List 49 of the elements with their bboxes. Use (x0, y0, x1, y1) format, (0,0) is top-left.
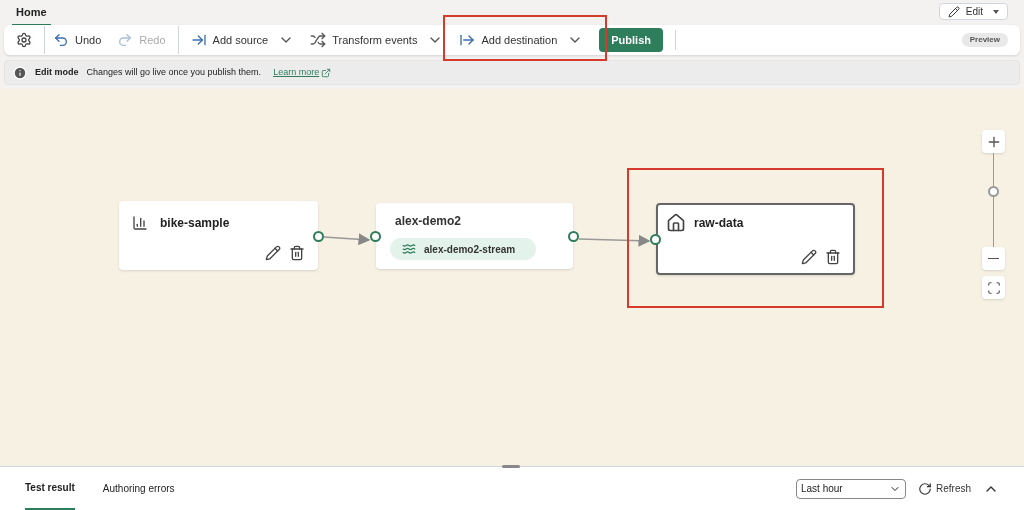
zoom-in-button[interactable] (982, 130, 1005, 153)
external-link-icon (321, 67, 332, 78)
transform-icon (310, 32, 327, 48)
refresh-button[interactable]: Refresh (918, 481, 971, 496)
info-icon (13, 65, 27, 80)
panel-tab[interactable]: Authoring errors (102, 467, 175, 510)
edit-icon[interactable] (801, 249, 817, 265)
connection-port[interactable] (568, 231, 579, 242)
pencil-icon (947, 5, 960, 18)
lakehouse-icon (666, 213, 686, 233)
preview-badge: Preview (961, 33, 1008, 47)
minus-icon (988, 257, 999, 260)
node-card[interactable]: alex-demo2 alex-demo2-stream (376, 203, 573, 269)
fit-view-button[interactable] (982, 276, 1005, 299)
node-title: alex-demo2 (395, 213, 462, 230)
panel-tab[interactable]: Test result (25, 467, 75, 510)
connection-port[interactable] (370, 231, 381, 242)
node-title: raw-data (694, 215, 744, 232)
undo-icon (53, 32, 69, 48)
connection-port[interactable] (313, 230, 324, 242)
add-destination-button[interactable]: Add destination (451, 26, 592, 54)
publish-button[interactable]: Publish (599, 28, 663, 52)
delete-icon[interactable] (825, 249, 841, 265)
waves-icon (402, 242, 416, 256)
undo-button[interactable]: Undo (45, 26, 110, 54)
refresh-icon (918, 481, 932, 496)
node-card[interactable]: raw-data (656, 203, 855, 275)
chart-icon (132, 215, 148, 231)
info-message: Changes will go live once you publish them. (86, 65, 262, 79)
learn-more-link[interactable]: Learn more (273, 65, 332, 80)
resize-handle[interactable] (502, 465, 520, 468)
transform-button[interactable]: Transform events (302, 26, 452, 54)
node-title: bike-sample (160, 215, 230, 232)
settings-icon (16, 32, 32, 48)
connection-port[interactable] (650, 234, 661, 245)
fit-view-icon (986, 280, 1001, 295)
connector-arrow (323, 233, 371, 246)
stream-name: alex-demo2-stream (424, 242, 516, 257)
edit-button[interactable]: Edit (938, 3, 1008, 20)
edit-icon[interactable] (265, 245, 281, 261)
zoom-slider[interactable] (988, 153, 999, 247)
redo-icon (117, 32, 134, 48)
zoom-thumb[interactable] (988, 185, 999, 197)
time-range-select[interactable]: Last hour (796, 478, 906, 499)
node-card[interactable]: bike-sample (119, 201, 318, 270)
add-source-button[interactable]: Add source (177, 26, 303, 54)
info-title: Edit mode (35, 65, 79, 79)
delete-icon[interactable] (289, 245, 305, 261)
arrow-into-bracket-icon (190, 32, 207, 48)
